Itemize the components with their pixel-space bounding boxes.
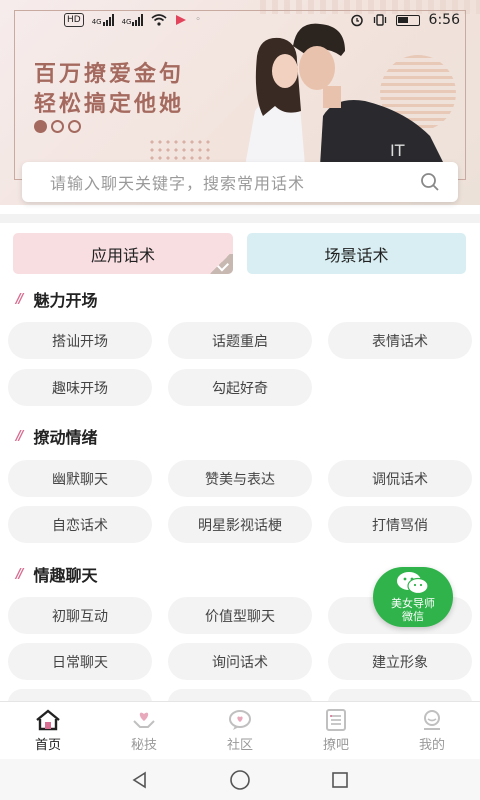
chip-item[interactable]: 话题重启 bbox=[168, 322, 312, 359]
section-header-stir-emotions: // 撩动情绪 bbox=[16, 424, 98, 448]
banner-dots-decoration bbox=[34, 120, 81, 133]
chip-item[interactable]: 打情骂俏 bbox=[328, 506, 472, 543]
chip-item[interactable]: 日常聊天 bbox=[8, 643, 152, 680]
nav-item-home[interactable]: 首页 bbox=[0, 702, 96, 759]
network-type-label-2: 4G bbox=[121, 18, 132, 26]
profile-icon bbox=[424, 709, 440, 730]
nav-item-tips[interactable]: 秘技 bbox=[96, 702, 192, 759]
chip-item[interactable]: 初聊互动 bbox=[8, 597, 152, 634]
nav-label: 秘技 bbox=[130, 737, 157, 753]
nav-item-community[interactable]: 社区 bbox=[192, 702, 288, 759]
svg-text:IT: IT bbox=[390, 141, 405, 160]
banner-dotgrid-decoration bbox=[148, 138, 212, 160]
search-bar[interactable]: 请输入聊天关键字，搜索常用话术 bbox=[22, 162, 458, 202]
tab-app-phrases[interactable]: 应用话术 bbox=[13, 233, 233, 274]
search-input[interactable]: 请输入聊天关键字，搜索常用话术 bbox=[50, 170, 305, 194]
search-icon[interactable] bbox=[420, 172, 440, 192]
banner-title-line1: 百万撩爱金句 bbox=[34, 62, 185, 87]
nav-label: 撩吧 bbox=[322, 737, 349, 753]
wechat-button-line2: 微信 bbox=[402, 610, 424, 623]
chat-heart-icon bbox=[229, 709, 251, 730]
app-screen: 百万撩爱金句 轻松搞定他她 IT HD 4G 4G ◦ 6:56 请输入聊天关键… bbox=[0, 0, 480, 800]
section-title: 情趣聊天 bbox=[33, 566, 98, 585]
alarm-icon bbox=[350, 14, 363, 27]
recents-icon[interactable] bbox=[330, 770, 350, 790]
status-right: 6:56 bbox=[350, 12, 460, 28]
tab-label: 应用话术 bbox=[90, 245, 155, 265]
chip-item[interactable]: 建立形象 bbox=[328, 643, 472, 680]
chip-item[interactable]: 调侃话术 bbox=[328, 460, 472, 497]
nav-label: 社区 bbox=[226, 737, 253, 753]
banner-title-line2: 轻松搞定他她 bbox=[34, 92, 185, 117]
status-left: HD 4G 4G ◦ bbox=[64, 13, 201, 27]
home-circle-icon[interactable] bbox=[229, 769, 251, 791]
nav-label: 首页 bbox=[34, 737, 61, 753]
chip-item[interactable]: 搭讪开场 bbox=[8, 322, 152, 359]
network-type-label: 4G bbox=[91, 18, 102, 26]
home-icon bbox=[36, 708, 60, 730]
chip-item[interactable]: 询问话术 bbox=[168, 643, 312, 680]
signal-icon-2: 4G bbox=[122, 14, 144, 26]
selected-check-icon bbox=[207, 254, 233, 274]
slash-icon: // bbox=[16, 428, 23, 444]
section-divider bbox=[0, 214, 480, 223]
wechat-icon bbox=[397, 572, 429, 595]
heart-hands-icon bbox=[133, 712, 155, 728]
section-title: 撩动情绪 bbox=[33, 428, 98, 447]
tab-label: 场景话术 bbox=[324, 245, 389, 265]
section-header-charm-opening: // 魅力开场 bbox=[16, 287, 98, 311]
wechat-mentor-button[interactable]: 美女导师 微信 bbox=[373, 567, 453, 627]
chip-item[interactable]: 表情话术 bbox=[328, 322, 472, 359]
back-icon[interactable] bbox=[130, 770, 150, 790]
dot-indicator-icon: ◦ bbox=[195, 15, 201, 25]
battery-icon bbox=[395, 14, 420, 26]
tab-scene-phrases[interactable]: 场景话术 bbox=[247, 233, 466, 274]
slash-icon: // bbox=[16, 566, 23, 582]
bottom-nav: 首页 秘技 社区 撩吧 我的 bbox=[0, 701, 480, 759]
section-title: 魅力开场 bbox=[33, 291, 98, 310]
chip-item[interactable]: 幽默聊天 bbox=[8, 460, 152, 497]
chip-item[interactable]: 自恋话术 bbox=[8, 506, 152, 543]
nav-item-profile[interactable]: 我的 bbox=[384, 702, 480, 759]
wifi-icon bbox=[151, 14, 168, 26]
nav-label: 我的 bbox=[418, 737, 445, 753]
nav-item-flirt-bar[interactable]: 撩吧 bbox=[288, 702, 384, 759]
chip-item[interactable]: 趣味开场 bbox=[8, 369, 152, 406]
system-nav-bar bbox=[0, 759, 480, 800]
app-notification-icon bbox=[176, 15, 187, 25]
list-icon bbox=[326, 708, 346, 731]
hd-badge: HD bbox=[64, 13, 84, 27]
wechat-button-line1: 美女导师 bbox=[391, 597, 435, 610]
chip-item[interactable]: 勾起好奇 bbox=[168, 369, 312, 406]
vibrate-icon bbox=[373, 14, 386, 26]
chip-item[interactable]: 明星影视话梗 bbox=[168, 506, 312, 543]
signal-icon: 4G bbox=[92, 14, 114, 26]
status-time: 6:56 bbox=[428, 12, 460, 28]
chip-item[interactable]: 赞美与表达 bbox=[168, 460, 312, 497]
slash-icon: // bbox=[16, 291, 23, 307]
status-bar: HD 4G 4G ◦ 6:56 bbox=[0, 0, 480, 40]
section-header-fun-chat: // 情趣聊天 bbox=[16, 562, 98, 586]
chip-item[interactable]: 价值型聊天 bbox=[168, 597, 312, 634]
banner-title: 百万撩爱金句 轻松搞定他她 bbox=[34, 60, 184, 120]
